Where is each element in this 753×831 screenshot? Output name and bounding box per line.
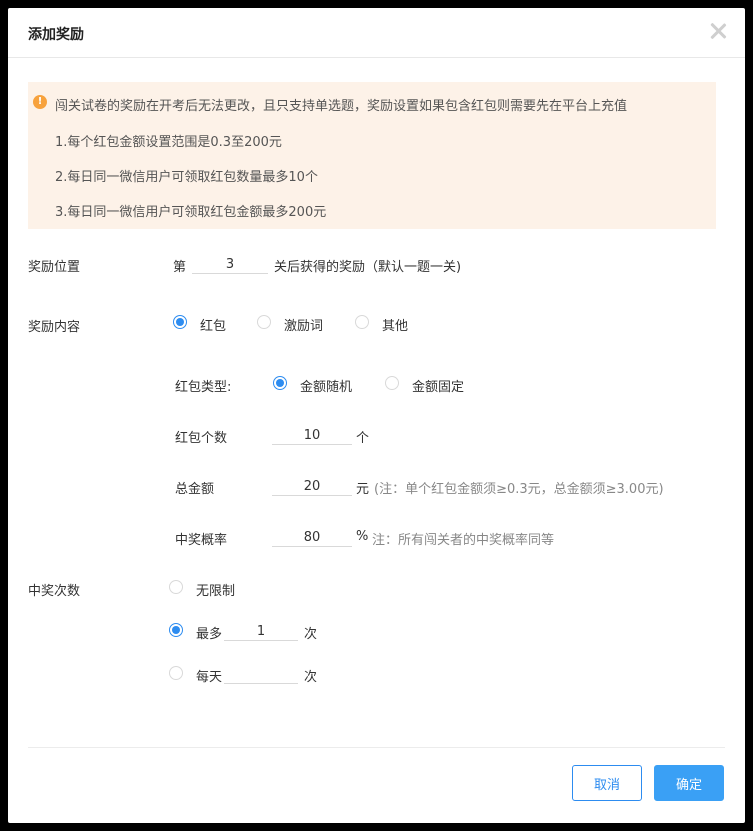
dialog-header: 添加奖励 [8,8,745,58]
warning-icon: ! [33,95,47,109]
unlimited-label: 无限制 [196,584,236,599]
position-suffix: 关后获得的奖励（默认一题一关) [274,260,462,275]
random-amount-label: 金额随机 [300,380,353,395]
footer-divider [28,747,725,748]
daily-times-label: 每天 [196,670,223,685]
winning-rate-label: 中奖概率 [175,533,228,548]
option-redpacket-label: 红包 [200,319,227,334]
radio-motivation[interactable] [257,315,271,329]
dialog-title: 添加奖励 [28,27,84,43]
reward-position-label: 奖励位置 [28,260,81,275]
option-other-label: 其他 [382,319,409,334]
reward-content-label: 奖励内容 [28,320,81,335]
daily-times-input[interactable] [224,665,298,684]
add-reward-dialog: 添加奖励 ! 闯关试卷的奖励在开考后无法更改，且只支持单选题，奖励设置如果包含红… [8,8,745,823]
radio-daily-times[interactable] [169,666,183,680]
daily-times-unit: 次 [304,670,318,685]
redpacket-count-input[interactable] [272,426,352,445]
option-motivation-label: 激励词 [284,319,324,334]
notice-item-2: 2.每日同一微信用户可领取红包数量最多10个 [55,170,318,185]
radio-redpacket[interactable] [173,315,187,329]
position-prefix: 第 [173,260,187,275]
winning-times-label: 中奖次数 [28,584,81,599]
cancel-button[interactable]: 取消 [572,765,642,801]
total-amount-unit: 元 [356,482,370,497]
close-icon[interactable] [707,20,729,42]
confirm-button[interactable]: 确定 [654,765,724,801]
max-times-label: 最多 [196,627,223,642]
redpacket-count-unit: 个 [356,431,370,446]
radio-unlimited[interactable] [169,580,183,594]
winning-rate-note: 注：所有闯关者的中奖概率同等 [372,533,555,548]
position-input[interactable] [192,255,268,274]
notice-main: 闯关试卷的奖励在开考后无法更改，且只支持单选题，奖励设置如果包含红包则需要先在平… [55,99,628,114]
winning-rate-unit: % [356,529,369,544]
max-times-input[interactable] [224,622,298,641]
winning-rate-input[interactable] [272,528,352,547]
radio-other[interactable] [355,315,369,329]
redpacket-type-label: 红包类型: [175,380,232,395]
total-amount-note: (注：单个红包金额须≥0.3元，总金额须≥3.00元) [374,482,664,497]
notice-item-3: 3.每日同一微信用户可领取红包金额最多200元 [55,205,327,220]
total-amount-label: 总金额 [175,482,215,497]
notice-item-1: 1.每个红包金额设置范围是0.3至200元 [55,135,282,150]
radio-random-amount[interactable] [273,376,287,390]
max-times-unit: 次 [304,627,318,642]
radio-max-times[interactable] [169,623,183,637]
fixed-amount-label: 金额固定 [412,380,465,395]
radio-fixed-amount[interactable] [385,376,399,390]
redpacket-count-label: 红包个数 [175,431,228,446]
total-amount-input[interactable] [272,477,352,496]
